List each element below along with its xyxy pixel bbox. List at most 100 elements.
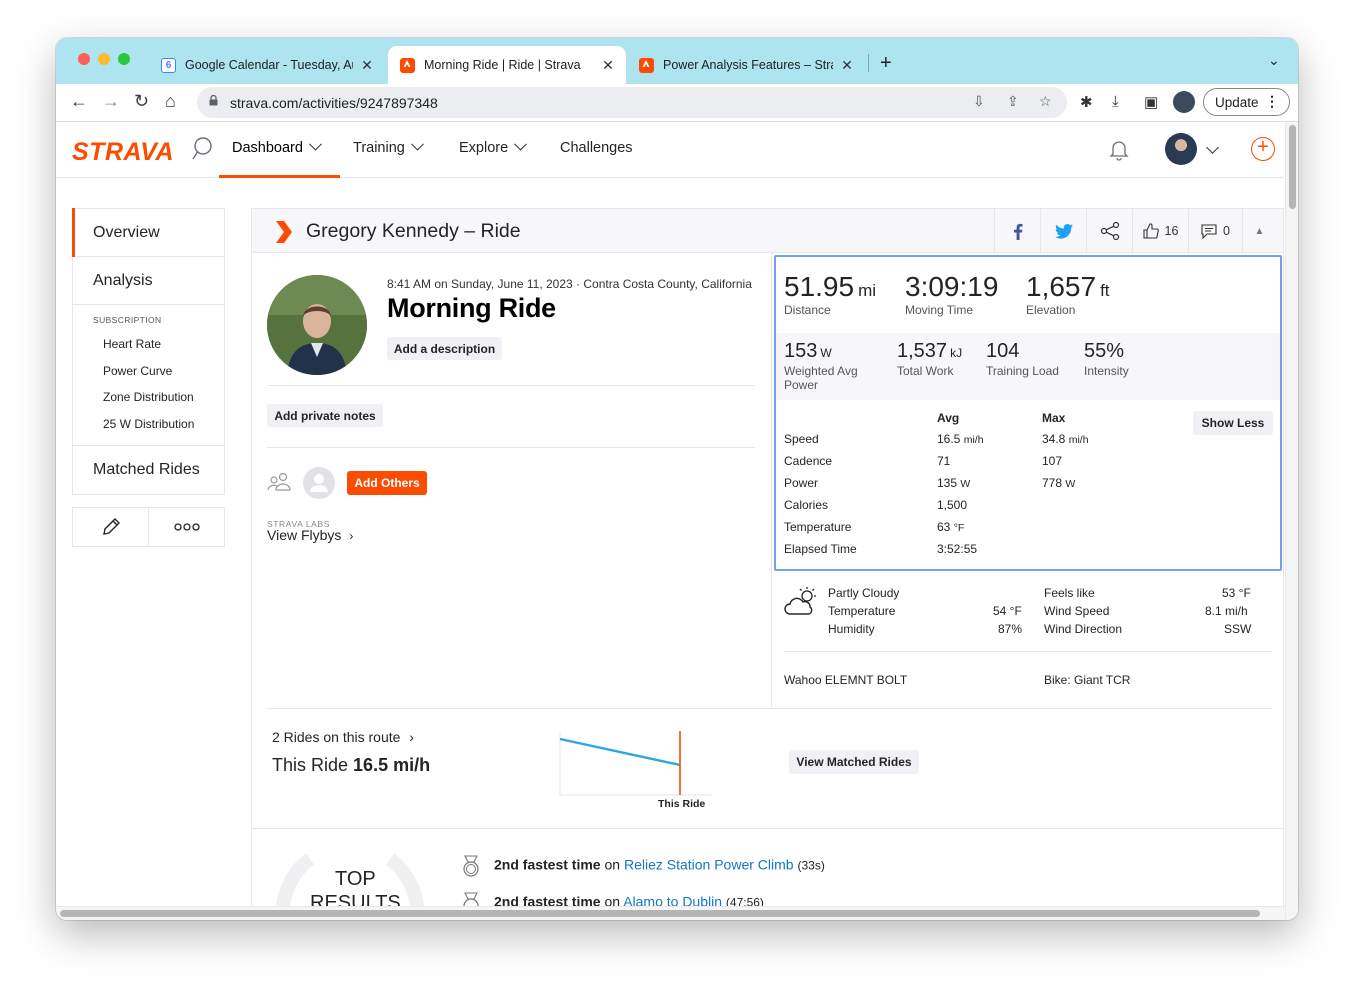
value: 135 bbox=[937, 476, 958, 490]
zoom-window-button[interactable] bbox=[118, 53, 130, 65]
row-avg: 63 °F bbox=[937, 520, 964, 534]
stat-value: 1,537 bbox=[897, 340, 948, 362]
user-avatar[interactable] bbox=[1165, 133, 1197, 165]
tab-search-chevron-icon[interactable]: ⌄ bbox=[1268, 52, 1280, 69]
nav-training[interactable]: Training bbox=[353, 137, 424, 156]
empty-avatar-icon bbox=[303, 467, 335, 499]
address-bar[interactable]: strava.com/activities/9247897348 ⇩ ⇪ ☆ bbox=[197, 87, 1067, 118]
stat-label: Total Work bbox=[897, 364, 954, 378]
stat-value: 104 bbox=[986, 340, 1020, 362]
row-avg: 16.5 mi/h bbox=[937, 432, 984, 446]
unit: W bbox=[960, 478, 971, 490]
value: 34.8 bbox=[1042, 432, 1066, 446]
tab-separator bbox=[868, 54, 869, 72]
row-label: Elapsed Time bbox=[784, 542, 857, 556]
nav-challenges[interactable]: Challenges bbox=[560, 140, 633, 156]
share-page-icon[interactable]: ⇪ bbox=[1007, 93, 1019, 110]
horizontal-scrollbar[interactable] bbox=[56, 906, 1285, 920]
weather-condition: Partly Cloudy bbox=[828, 586, 900, 600]
install-app-icon[interactable]: ⇩ bbox=[973, 93, 985, 110]
weather-feels-like-value: 53 °F bbox=[1222, 586, 1251, 600]
view-flybys-link[interactable]: View Flybys › bbox=[267, 527, 353, 543]
sidebar-item-analysis[interactable]: Analysis bbox=[73, 257, 224, 305]
athlete-avatar[interactable] bbox=[267, 275, 367, 375]
secondary-stats: 153 W Weighted Avg Power 1,537 kJ Total Wo… bbox=[776, 333, 1280, 400]
sidebar-item-matched-rides[interactable]: Matched Rides bbox=[73, 446, 224, 494]
stat-moving-time: 3:09:19 Moving Time bbox=[905, 271, 998, 317]
row-label: Cadence bbox=[784, 454, 833, 468]
tab-google-calendar[interactable]: 6 Google Calendar - Tuesday, Au ✕ bbox=[149, 46, 385, 84]
collapse-triangle-icon[interactable]: ▲ bbox=[1242, 209, 1276, 253]
search-icon[interactable] bbox=[191, 136, 213, 162]
thumbs-up-icon bbox=[1142, 223, 1159, 239]
minimize-window-button[interactable] bbox=[98, 53, 110, 65]
column-divider bbox=[771, 253, 772, 707]
group-people-icon bbox=[267, 472, 291, 491]
sidebar-item-heart-rate[interactable]: Heart Rate bbox=[93, 337, 224, 364]
show-less-button[interactable]: Show Less bbox=[1193, 411, 1273, 435]
stat-value: 1,657 bbox=[1026, 271, 1097, 302]
home-icon[interactable]: ⌂ bbox=[165, 91, 176, 112]
share-icon[interactable] bbox=[1086, 209, 1132, 253]
close-window-button[interactable] bbox=[78, 53, 90, 65]
chevron-right-icon: › bbox=[409, 729, 414, 745]
stat-weighted-avg-power: 153 W Weighted Avg Power bbox=[784, 340, 858, 392]
facebook-icon[interactable] bbox=[994, 209, 1040, 253]
reload-icon[interactable]: ↻ bbox=[134, 91, 149, 112]
side-panel-icon[interactable]: ▣ bbox=[1144, 93, 1158, 111]
weather-temperature-value: 54 °F bbox=[993, 604, 1022, 618]
scroll-thumb[interactable] bbox=[60, 910, 1260, 917]
downloads-icon[interactable]: ⤓ bbox=[1112, 93, 1119, 110]
tab-power-analysis[interactable]: Power Analysis Features – Stra ✕ bbox=[627, 46, 865, 84]
comment-icon bbox=[1201, 223, 1217, 239]
upload-plus-icon[interactable]: + bbox=[1251, 137, 1275, 161]
scroll-thumb[interactable] bbox=[1289, 125, 1296, 209]
activity-sidebar: Overview Analysis SUBSCRIPTION Heart Rat… bbox=[72, 208, 225, 547]
sidebar-item-zone-distribution[interactable]: Zone Distribution bbox=[93, 390, 224, 417]
add-description-button[interactable]: Add a description bbox=[387, 337, 502, 360]
segment-link[interactable]: Reliez Station Power Climb bbox=[624, 857, 794, 873]
add-others-button[interactable]: Add Others bbox=[347, 471, 427, 495]
this-ride-value: 16.5 mi/h bbox=[353, 755, 431, 775]
row-avg: 1,500 bbox=[937, 498, 968, 512]
close-tab-icon[interactable]: ✕ bbox=[359, 57, 375, 74]
comments-button[interactable]: 0 bbox=[1188, 209, 1242, 253]
activity-name: Morning Ride bbox=[387, 293, 556, 323]
activity-meta: 8:41 AM on Sunday, June 11, 2023 · Contr… bbox=[387, 277, 752, 291]
sidebar-item-overview[interactable]: Overview bbox=[72, 208, 224, 257]
stat-label: Elevation bbox=[1026, 303, 1076, 317]
edit-pencil-icon[interactable] bbox=[73, 507, 149, 546]
add-private-notes-button[interactable]: Add private notes bbox=[267, 404, 383, 427]
sidebar-item-25w-distribution[interactable]: 25 W Distribution bbox=[93, 417, 224, 437]
matched-rides-link[interactable]: 2 Rides on this route › bbox=[272, 729, 414, 745]
row-avg: 71 bbox=[937, 454, 951, 468]
close-tab-icon[interactable]: ✕ bbox=[839, 57, 855, 74]
chevron-down-icon[interactable] bbox=[1206, 141, 1219, 154]
nav-explore[interactable]: Explore bbox=[459, 137, 528, 156]
new-tab-icon[interactable]: + bbox=[880, 52, 892, 75]
sidebar-item-power-curve[interactable]: Power Curve bbox=[93, 364, 224, 391]
strava-logo[interactable]: STRAVA bbox=[72, 138, 174, 167]
more-options-icon[interactable] bbox=[149, 508, 224, 546]
view-matched-rides-button[interactable]: View Matched Rides bbox=[789, 750, 919, 774]
back-arrow-icon[interactable]: ← bbox=[70, 91, 88, 112]
tab-morning-ride[interactable]: Morning Ride | Ride | Strava ✕ bbox=[388, 46, 626, 84]
forward-arrow-icon[interactable]: → bbox=[102, 91, 120, 112]
tab-title: Power Analysis Features – Stra bbox=[663, 58, 833, 72]
vertical-scrollbar[interactable] bbox=[1285, 122, 1298, 920]
bookmark-star-icon[interactable]: ☆ bbox=[1039, 93, 1052, 110]
weather-wind-speed-label: Wind Speed bbox=[1044, 604, 1110, 618]
close-tab-icon[interactable]: ✕ bbox=[600, 57, 616, 74]
notifications-bell-icon[interactable] bbox=[1109, 139, 1129, 161]
unit: °F bbox=[953, 522, 965, 534]
kudos-button[interactable]: 16 bbox=[1132, 209, 1188, 253]
stat-elevation: 1,657 ft Elevation bbox=[1026, 271, 1110, 317]
extensions-puzzle-icon[interactable]: ✱ bbox=[1080, 93, 1093, 111]
nav-dashboard[interactable]: Dashboard bbox=[232, 137, 322, 156]
row-label: Speed bbox=[784, 432, 819, 446]
update-button[interactable]: Update ⋮ bbox=[1203, 88, 1290, 116]
update-label: Update bbox=[1215, 94, 1259, 110]
profile-avatar[interactable] bbox=[1173, 91, 1195, 113]
twitter-icon[interactable] bbox=[1040, 209, 1086, 253]
stat-label: Moving Time bbox=[905, 303, 974, 317]
